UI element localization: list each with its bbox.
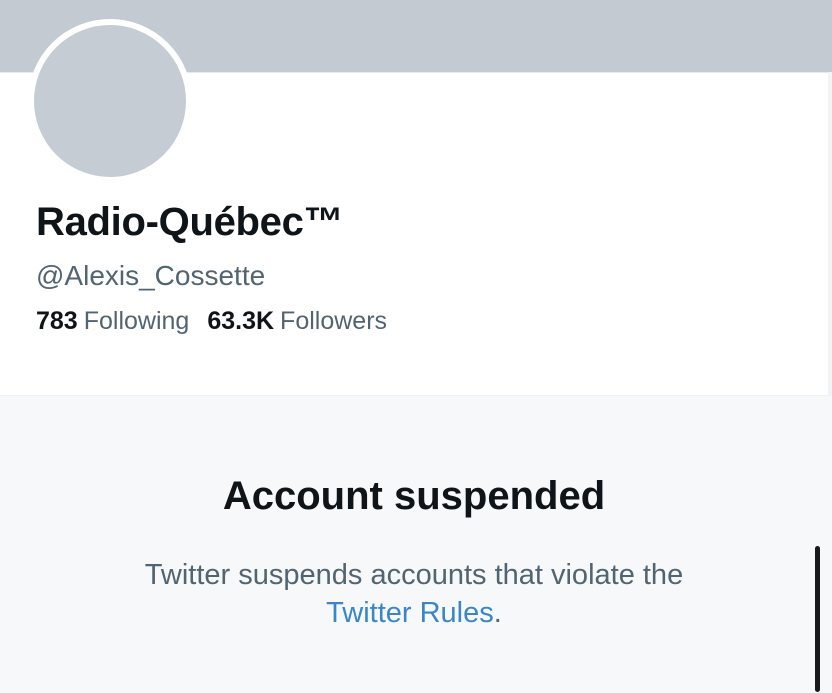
suspension-message-end: . xyxy=(493,597,502,629)
profile-display-name: Radio-Québec™ xyxy=(36,200,344,244)
twitter-rules-link[interactable]: Twitter Rules xyxy=(326,597,494,629)
suspension-message-line: Twitter suspends accounts that violate t… xyxy=(144,559,684,591)
profile-stats: 783 Following 63.3K Followers xyxy=(36,307,405,336)
suspension-panel: Account suspended Twitter suspends accou… xyxy=(0,395,832,693)
followers-count: 63.3K xyxy=(207,307,275,335)
followers-label: Followers xyxy=(280,307,388,335)
suspension-message-line-2: Twitter Rules. xyxy=(0,594,828,632)
scrollbar[interactable] xyxy=(815,546,820,692)
following-count: 783 xyxy=(36,307,78,335)
suspension-title: Account suspended xyxy=(222,474,606,518)
profile-handle: @Alexis_Cossette xyxy=(36,260,266,291)
suspension-message: Twitter suspends accounts that violate t… xyxy=(0,556,828,632)
avatar[interactable] xyxy=(28,19,192,183)
followers-link[interactable]: 63.3K Followers xyxy=(207,307,387,336)
following-link[interactable]: 783 Following xyxy=(36,307,189,336)
following-label: Following xyxy=(83,307,190,335)
